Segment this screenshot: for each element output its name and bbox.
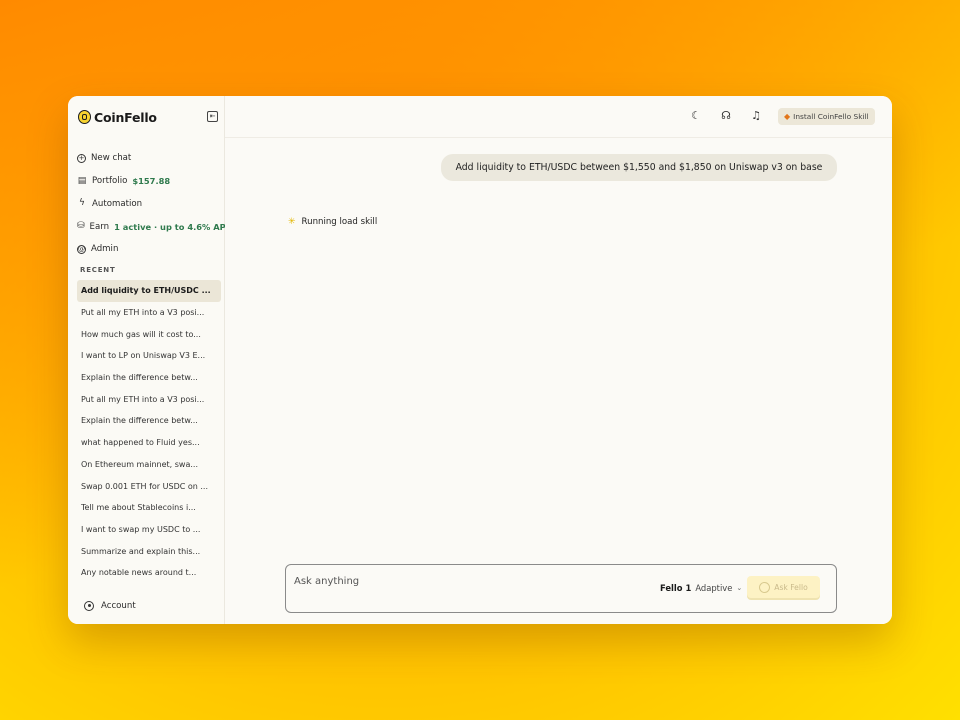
- model-selector[interactable]: Fello 1 Adaptive ⌄: [660, 583, 742, 593]
- recent-chat-item[interactable]: Explain the difference betw...: [77, 367, 221, 389]
- install-skill-button[interactable]: ◆ Install CoinFello Skill: [778, 108, 875, 125]
- fello-icon: [759, 581, 771, 593]
- sidebar-item-portfolio[interactable]: ▤ Portfolio $157.88: [77, 170, 222, 193]
- recent-chat-item[interactable]: I want to LP on Uniswap V3 E...: [77, 345, 221, 367]
- chart-icon: ▤: [77, 175, 87, 186]
- sidebar: CoinFello ⇤ + New chat ▤ Portfolio $157.…: [68, 96, 232, 624]
- recent-chat-item[interactable]: I want to swap my USDC to ...: [77, 519, 221, 541]
- sidebar-item-label: Earn: [89, 221, 110, 232]
- top-bar: ☾ ☊ ♫ ◆ Install CoinFello Skill: [225, 96, 892, 138]
- collapse-sidebar-icon[interactable]: ⇤: [207, 111, 218, 122]
- recent-chat-item[interactable]: Tell me about Stablecoins i...: [77, 497, 221, 519]
- headset-icon[interactable]: ☊: [720, 110, 732, 122]
- model-mode: Adaptive: [695, 583, 733, 593]
- recent-chat-item[interactable]: Put all my ETH into a V3 posi...: [77, 388, 221, 410]
- recent-chat-item[interactable]: Any notable news around t...: [77, 562, 221, 584]
- moon-icon[interactable]: ☾: [690, 110, 702, 122]
- model-name: Fello 1: [660, 583, 692, 593]
- recent-chat-item[interactable]: Add liquidity to ETH/USDC ...: [77, 280, 221, 302]
- bell-icon[interactable]: ♫: [750, 110, 762, 122]
- sidebar-item-new-chat[interactable]: + New chat: [77, 147, 222, 170]
- sparkle-icon: ✳: [288, 217, 296, 227]
- send-button[interactable]: Ask Fello: [747, 576, 820, 598]
- chat-composer: Fello 1 Adaptive ⌄ Ask Fello: [285, 564, 837, 613]
- chat-main: ☾ ☊ ♫ ◆ Install CoinFello Skill Add liqu…: [225, 96, 892, 624]
- earn-status-badge: 1 active · up to 4.6% APR: [114, 221, 233, 232]
- sidebar-item-label: New chat: [91, 153, 132, 164]
- user-icon: [84, 601, 94, 611]
- sidebar-item-earn[interactable]: ⛁ Earn 1 active · up to 4.6% APR: [77, 215, 232, 238]
- plus-icon: +: [77, 153, 86, 163]
- recent-chat-item[interactable]: Swap 0.001 ETH for USDC on ...: [77, 475, 221, 497]
- app-window: CoinFello ⇤ + New chat ▤ Portfolio $157.…: [68, 96, 892, 624]
- portfolio-value: $157.88: [132, 176, 171, 187]
- assistant-status: ✳ Running load skill: [288, 217, 377, 227]
- send-label: Ask Fello: [774, 582, 808, 592]
- install-skill-label: Install CoinFello Skill: [793, 112, 869, 121]
- metamask-fox-icon: ◆: [784, 112, 791, 121]
- coinfello-logo-icon: [78, 110, 91, 124]
- sidebar-item-label: Automation: [92, 198, 143, 209]
- sidebar-item-admin[interactable]: @ Admin: [77, 238, 222, 261]
- lightning-icon: ϟ: [79, 198, 85, 209]
- sidebar-item-label: Admin: [91, 244, 119, 255]
- status-text: Running load skill: [301, 217, 378, 227]
- admin-icon: @: [77, 244, 86, 254]
- brand-name: CoinFello: [94, 109, 157, 125]
- sidebar-item-label: Portfolio: [92, 176, 128, 187]
- brand[interactable]: CoinFello: [78, 109, 157, 125]
- account-button[interactable]: Account: [84, 601, 136, 611]
- recent-chat-item[interactable]: Explain the difference betw...: [77, 410, 221, 432]
- recent-chat-item[interactable]: How much gas will it cost to...: [77, 323, 221, 345]
- hand-coin-icon: ⛁: [77, 221, 85, 232]
- recent-chat-list: Add liquidity to ETH/USDC ... Put all my…: [77, 280, 221, 584]
- recent-chat-item[interactable]: what happened to Fluid yes...: [77, 432, 221, 454]
- recent-heading: RECENT: [80, 266, 116, 274]
- sidebar-item-automation[interactable]: ϟ Automation: [77, 193, 222, 216]
- chevron-down-icon: ⌄: [736, 584, 743, 592]
- sidebar-nav: + New chat ▤ Portfolio $157.88 ϟ Automat…: [77, 147, 232, 261]
- user-message-bubble: Add liquidity to ETH/USDC between $1,550…: [441, 154, 837, 181]
- account-label: Account: [101, 601, 136, 611]
- recent-chat-item[interactable]: Summarize and explain this...: [77, 540, 221, 562]
- recent-chat-item[interactable]: Put all my ETH into a V3 posi...: [77, 302, 221, 324]
- chat-input[interactable]: [294, 573, 594, 589]
- recent-chat-item[interactable]: On Ethereum mainnet, swa...: [77, 454, 221, 476]
